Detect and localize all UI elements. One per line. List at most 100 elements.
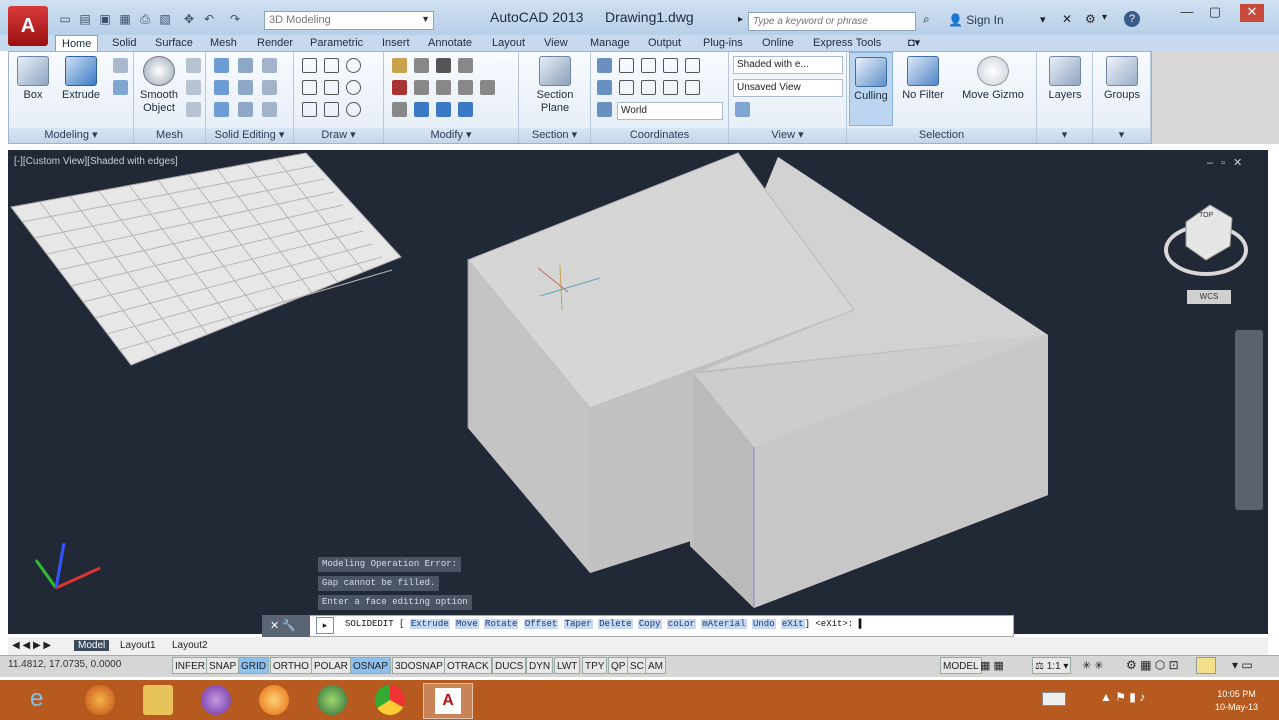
explorer-icon[interactable] (143, 685, 173, 715)
panel-label-view[interactable]: View ▾ (729, 128, 846, 143)
ucs-x-icon[interactable] (619, 80, 634, 95)
application-menu-button[interactable]: A (8, 6, 48, 46)
ellipse-icon[interactable] (346, 102, 361, 117)
minimize-icon[interactable]: — (1175, 4, 1199, 22)
toggle-snap[interactable]: SNAP (206, 657, 240, 674)
circle-icon[interactable] (346, 80, 361, 95)
coordinates-readout[interactable]: 11.4812, 17.0735, 0.0000 (8, 659, 121, 670)
no-filter-button[interactable]: No Filter (899, 56, 947, 102)
annotation-scale[interactable]: ⚖ 1:1 ▾ (1032, 657, 1072, 674)
clean-screen-icon[interactable]: ▾ ▭ (1232, 658, 1253, 672)
named-view-dropdown[interactable]: Unsaved View (733, 79, 843, 97)
erase-icon[interactable] (392, 80, 407, 95)
ucs-previous-icon[interactable] (641, 58, 656, 73)
line-icon[interactable] (302, 58, 317, 73)
communication-icon[interactable]: ⚙ (1085, 12, 1096, 26)
interfere-icon[interactable] (238, 80, 253, 95)
intersect-icon[interactable] (214, 102, 229, 117)
save-icon[interactable]: ▣ (98, 12, 112, 26)
toggle-3dosnap[interactable]: 3DOSNAP (392, 657, 446, 674)
sign-in-button[interactable]: 👤 Sign In (948, 13, 1004, 27)
viewport-controls-label[interactable]: [-][Custom View][Shaded with edges] (14, 156, 178, 167)
polygon-icon[interactable] (302, 102, 317, 117)
tab-mesh[interactable]: Mesh (210, 35, 237, 51)
chevron-down-icon[interactable]: ▾ (1040, 13, 1046, 26)
toggle-lwt[interactable]: LWT (554, 657, 581, 674)
option-offset[interactable]: Offset (523, 619, 559, 629)
option-copy[interactable]: Copy (637, 619, 662, 629)
layout-nav-icon[interactable]: ◀ ◀ ▶ ▶ (12, 640, 51, 651)
culling-button[interactable]: Culling (849, 52, 893, 126)
toggle-am[interactable]: AM (645, 657, 666, 674)
tab-solid[interactable]: Solid (112, 35, 136, 51)
viewport-config-icon[interactable] (735, 102, 750, 117)
solid-model[interactable] (467, 152, 1048, 608)
ucs-manager-icon[interactable] (597, 102, 612, 117)
panel-label-modify[interactable]: Modify ▾ (384, 128, 518, 143)
smooth-more-icon[interactable] (186, 58, 201, 73)
tab-layout2[interactable]: Layout2 (172, 640, 208, 651)
toggle-sc[interactable]: SC (627, 657, 647, 674)
tab-surface[interactable]: Surface (155, 35, 193, 51)
extrude-button[interactable]: Extrude (59, 56, 103, 102)
model-space-button[interactable]: MODEL (940, 657, 982, 674)
scale-icon[interactable] (392, 58, 407, 73)
search-menu-icon[interactable]: ▸ (738, 14, 743, 25)
option-material[interactable]: mAterial (701, 619, 747, 629)
stretch-icon[interactable] (480, 80, 495, 95)
new-icon[interactable]: ▭ (58, 12, 72, 26)
tray-icons[interactable]: ▲ ⚑ ▮ ♪ (1100, 690, 1145, 704)
toggle-osnap[interactable]: OSNAP (350, 657, 392, 674)
toggle-ortho[interactable]: ORTHO (270, 657, 312, 674)
toggle-dyn[interactable]: DYN (526, 657, 554, 674)
thicken-icon[interactable] (238, 102, 253, 117)
loft-icon[interactable] (113, 80, 128, 95)
plot-icon[interactable]: ▧ (158, 12, 172, 26)
polyline-icon[interactable] (324, 58, 339, 73)
tab-view[interactable]: View (544, 35, 568, 51)
panel-label-layers[interactable]: ▾ (1037, 128, 1092, 143)
3dpolyline-icon[interactable] (324, 80, 339, 95)
ucs-dropdown[interactable]: World (617, 102, 723, 120)
visual-style-dropdown[interactable]: Shaded with e... (733, 56, 843, 74)
panel-label-solid-editing[interactable]: Solid Editing ▾ (206, 128, 293, 143)
panel-label-coordinates[interactable]: Coordinates (591, 128, 728, 143)
ucs-origin-icon[interactable] (597, 80, 612, 95)
help-dropdown-icon[interactable]: ▾ (1102, 12, 1107, 23)
move-gizmo-button[interactable]: Move Gizmo (957, 56, 1029, 102)
section-plane-button[interactable]: Section Plane (529, 56, 581, 115)
ucs-y-icon[interactable] (641, 80, 656, 95)
tab-home[interactable]: Home (55, 35, 99, 51)
imprint-icon[interactable] (262, 102, 277, 117)
media-icon[interactable] (201, 685, 231, 715)
3d-align-icon[interactable] (414, 102, 429, 117)
smooth-less-icon[interactable] (186, 80, 201, 95)
ucs-world-icon[interactable] (619, 58, 634, 73)
presspull-icon[interactable] (113, 58, 128, 73)
panel-label-section[interactable]: Section ▾ (519, 128, 590, 143)
ucs-view-icon[interactable] (685, 80, 700, 95)
tab-output[interactable]: Output (648, 35, 681, 51)
isolate-icon[interactable] (1196, 657, 1216, 674)
layers-button[interactable]: Layers (1043, 56, 1087, 102)
ucs-icon[interactable] (597, 58, 612, 73)
rectangle-icon[interactable] (324, 102, 339, 117)
annotation-visibility-icon[interactable]: ✳ ✳ (1082, 659, 1104, 672)
offset-icon[interactable] (392, 102, 407, 117)
ribbon-toggle-icon[interactable]: ◘▾ (908, 35, 920, 51)
command-icon[interactable]: ▸ (316, 617, 334, 634)
ie-icon[interactable]: e (30, 686, 56, 712)
chrome-icon[interactable] (375, 685, 405, 715)
mirror-icon[interactable] (436, 80, 451, 95)
autocad-taskbar-button[interactable]: A (423, 683, 473, 719)
refine-mesh-icon[interactable] (186, 102, 201, 117)
option-color[interactable]: coLor (666, 619, 696, 629)
ucs-object-icon[interactable] (685, 58, 700, 73)
groups-button[interactable]: Groups (1099, 56, 1145, 102)
union-icon[interactable] (214, 58, 229, 73)
open-icon[interactable]: ▤ (78, 12, 92, 26)
array-icon[interactable] (436, 102, 451, 117)
navigation-bar[interactable] (1235, 330, 1263, 510)
drawing-viewport[interactable] (8, 150, 1268, 634)
slice-icon[interactable] (238, 58, 253, 73)
